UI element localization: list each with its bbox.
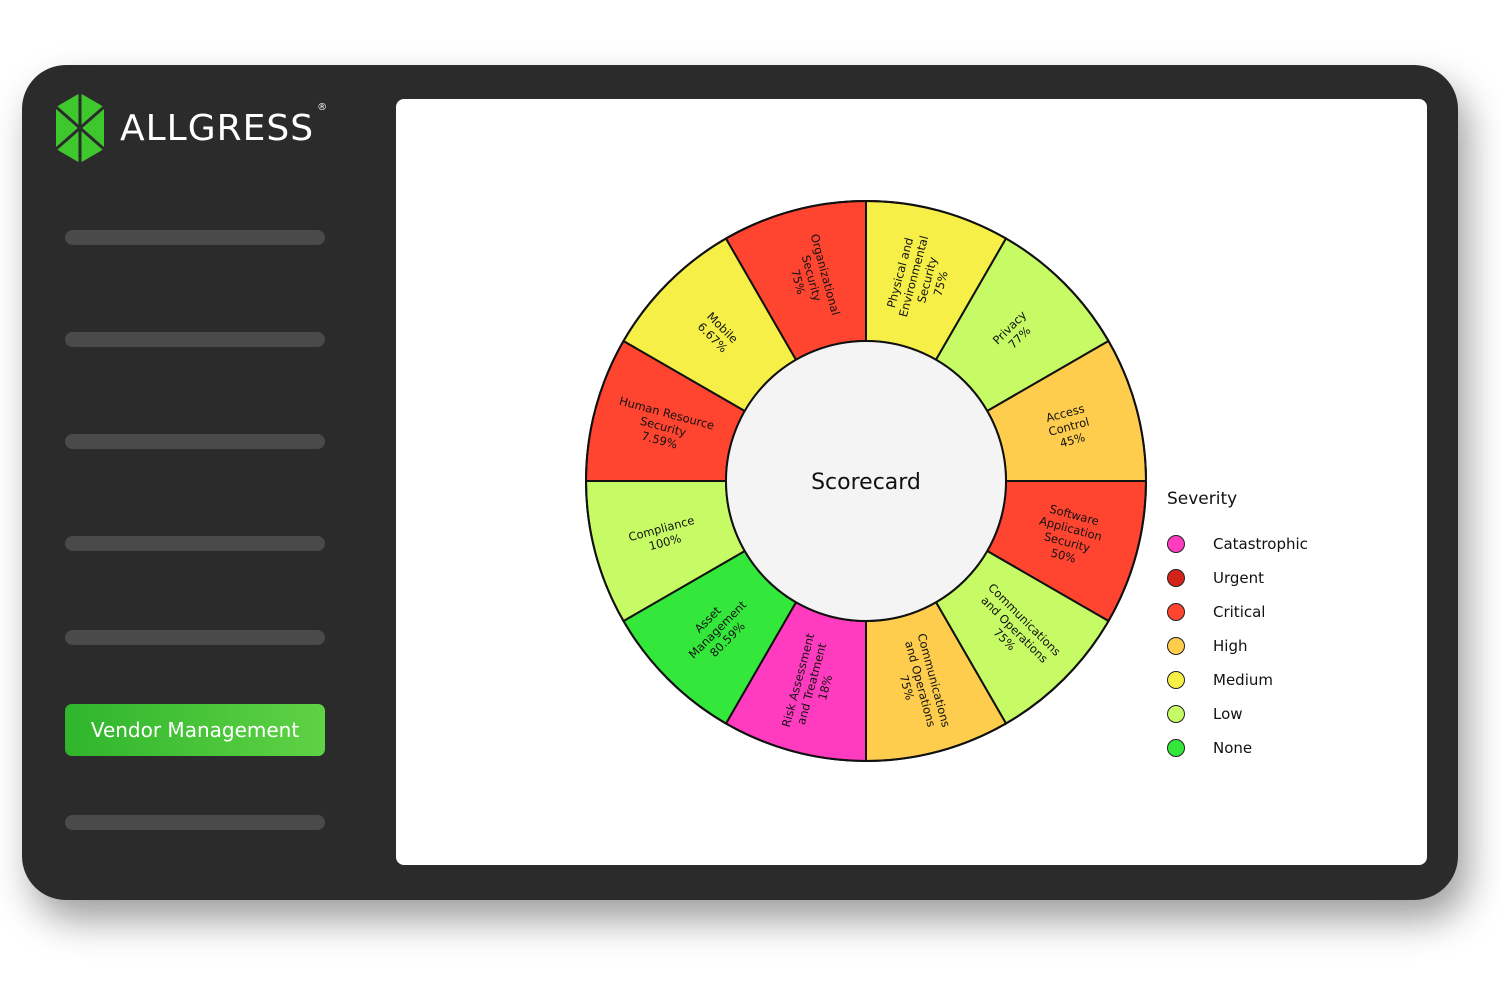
legend-item-high: High (1167, 629, 1387, 663)
legend-label: High (1213, 637, 1248, 655)
brand-name-text: ALLGRESS (120, 107, 315, 149)
sidebar-item-placeholder-4[interactable] (65, 536, 325, 551)
legend-title: Severity (1167, 489, 1238, 509)
legend-swatch (1167, 603, 1185, 621)
legend-item-urgent: Urgent (1167, 561, 1387, 595)
legend-label: Critical (1213, 603, 1266, 621)
sidebar-item-placeholder-1[interactable] (65, 230, 325, 245)
legend-item-critical: Critical (1167, 595, 1387, 629)
legend: Severity Catastrophic Urgent Critical High M… (1167, 489, 1387, 765)
legend-item-catastrophic: Catastrophic (1167, 527, 1387, 561)
legend-label: None (1213, 739, 1253, 757)
legend-items: Catastrophic Urgent Critical High Medium Low N… (1167, 527, 1387, 765)
legend-label: Catastrophic (1213, 535, 1308, 553)
legend-label: Low (1213, 705, 1243, 723)
brand-name: ALLGRESS ® (120, 102, 327, 149)
registered-mark: ® (317, 101, 329, 113)
sidebar-item-placeholder-3[interactable] (65, 434, 325, 449)
legend-label: Medium (1213, 671, 1273, 689)
allgress-logo-icon (55, 93, 105, 163)
brand-logo: ALLGRESS ® (54, 91, 327, 165)
legend-swatch (1167, 705, 1185, 723)
sidebar-item-placeholder-2[interactable] (65, 332, 325, 347)
chart-title: Scorecard (811, 470, 921, 495)
sidebar-item-placeholder-5[interactable] (65, 630, 325, 645)
legend-swatch (1167, 739, 1185, 757)
sidebar-item-label: Vendor Management (90, 718, 300, 742)
main-content-panel: Scorecard Physical and Environmental Securi… (396, 99, 1427, 865)
app-window: ALLGRESS ® Vendor Management Scorecard Phy… (22, 65, 1458, 900)
legend-item-low: Low (1167, 697, 1387, 731)
sidebar-item-vendor-management[interactable]: Vendor Management (65, 704, 325, 756)
legend-swatch (1167, 637, 1185, 655)
sidebar-item-placeholder-6[interactable] (65, 815, 325, 830)
legend-item-medium: Medium (1167, 663, 1387, 697)
legend-swatch (1167, 671, 1185, 689)
legend-item-none: None (1167, 731, 1387, 765)
legend-swatch (1167, 569, 1185, 587)
legend-swatch (1167, 535, 1185, 553)
legend-label: Urgent (1213, 569, 1265, 587)
